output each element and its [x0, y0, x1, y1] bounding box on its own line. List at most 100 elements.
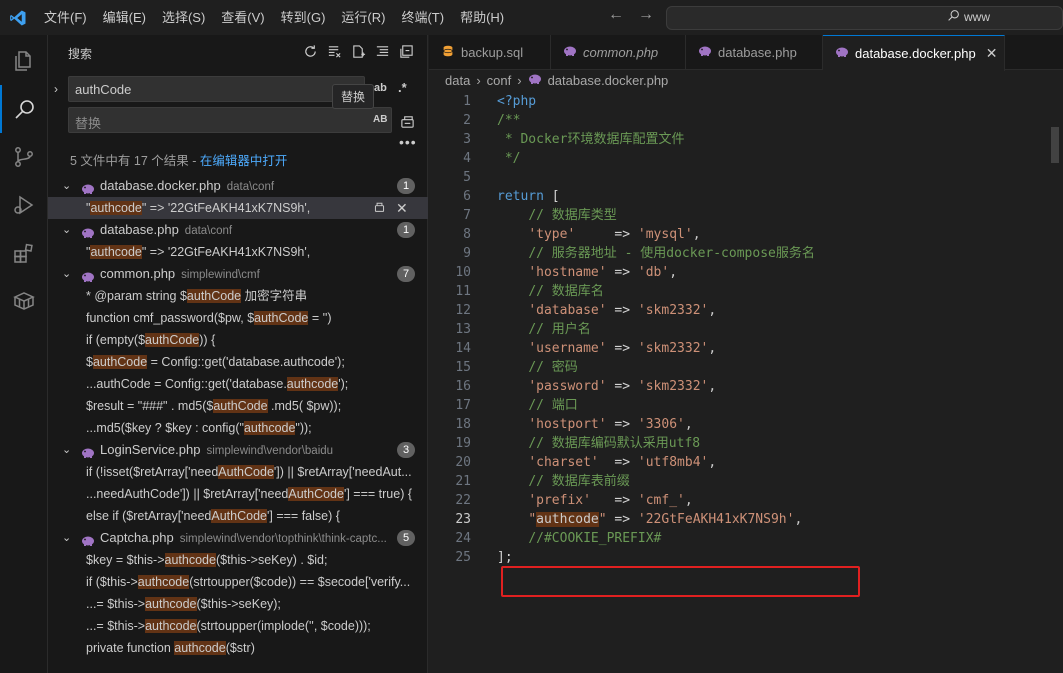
- result-file-row[interactable]: ⌄ database.php data\conf 1: [48, 219, 428, 241]
- php-file-icon: [81, 268, 95, 282]
- editor-tab[interactable]: database.docker.php ✕: [823, 35, 1005, 71]
- code-text: // 数据库类型: [528, 208, 617, 223]
- result-match-row[interactable]: private function authcode($str): [48, 637, 428, 659]
- result-match-row[interactable]: * @param string $authCode 加密字符串: [48, 285, 428, 307]
- menu-item[interactable]: 终端(T): [393, 6, 452, 30]
- line-number: 17: [455, 398, 471, 413]
- extensions-icon[interactable]: [0, 229, 48, 277]
- match-text: function cmf_password($pw, $authCode = '…: [86, 311, 332, 325]
- code-text: // 数据库编码默认采用utf8: [528, 436, 701, 451]
- code-line: 20 'charset' => 'utf8mb4',: [429, 453, 1063, 472]
- code-line: 5: [429, 168, 1063, 187]
- result-file-row[interactable]: ⌄ LoginService.php simplewind\vendor\baidu…: [48, 439, 428, 461]
- regex-option[interactable]: .*: [398, 80, 407, 95]
- menu-item[interactable]: 文件(F): [36, 6, 95, 30]
- line-number: 14: [455, 341, 471, 356]
- match-case-option[interactable]: ab: [374, 82, 387, 94]
- menu-item[interactable]: 选择(S): [154, 6, 213, 30]
- menu-item[interactable]: 转到(G): [273, 6, 334, 30]
- result-match-row[interactable]: "authcode" => '22GtFeAKH41xK7NS9h',: [48, 241, 428, 263]
- chevron-down-icon[interactable]: ⌄: [62, 263, 71, 285]
- refresh-icon[interactable]: [302, 43, 318, 59]
- open-in-editor-link[interactable]: 在编辑器中打开: [200, 154, 288, 168]
- more-options-icon[interactable]: •••: [399, 134, 417, 150]
- result-match-row[interactable]: else if ($retArray['needAuthCode'] === f…: [48, 505, 428, 527]
- breadcrumb-item[interactable]: data: [445, 73, 470, 88]
- result-summary: 5 文件中有 17 个结果 - 在编辑器中打开: [70, 154, 288, 168]
- view-as-tree-icon[interactable]: [374, 43, 390, 59]
- breadcrumb-item[interactable]: database.docker.php: [548, 73, 669, 88]
- vertical-scrollbar[interactable]: [1051, 127, 1059, 163]
- result-file-row[interactable]: ⌄ database.docker.php data\conf 1: [48, 175, 428, 197]
- match-text: * @param string $authCode 加密字符串: [86, 289, 308, 303]
- chevron-down-icon[interactable]: ⌄: [62, 439, 71, 461]
- code-text: /**: [497, 113, 521, 128]
- result-match-row[interactable]: function cmf_password($pw, $authCode = '…: [48, 307, 428, 329]
- result-match-row[interactable]: ...authCode = Config::get('database.auth…: [48, 373, 428, 395]
- close-tab-icon[interactable]: ✕: [986, 45, 998, 62]
- match-text: if (!isset($retArray['needAuthCode']) ||…: [86, 465, 412, 479]
- line-number: 21: [455, 474, 471, 489]
- result-match-row[interactable]: $authCode = Config::get('database.authco…: [48, 351, 428, 373]
- match-text: else if ($retArray['needAuthCode'] === f…: [86, 509, 340, 523]
- code-text: 'password' => 'skm2332',: [528, 379, 717, 394]
- search-activity-icon[interactable]: [0, 85, 48, 133]
- code-line: 17 // 端口: [429, 396, 1063, 415]
- replace-input[interactable]: 替换 AB: [68, 107, 392, 133]
- preserve-case-option[interactable]: AB: [373, 114, 387, 125]
- editor-tab[interactable]: backup.sql: [429, 35, 551, 70]
- match-text: ...md5($key ? $key : config("authcode"))…: [86, 421, 312, 435]
- result-match-row[interactable]: ...= $this->authcode($this->seKey);: [48, 593, 428, 615]
- explorer-icon[interactable]: [0, 37, 48, 85]
- new-search-editor-icon[interactable]: [350, 43, 366, 59]
- match-count-badge: 5: [397, 530, 415, 546]
- match-count-badge: 1: [397, 178, 415, 194]
- chevron-down-icon[interactable]: ⌄: [62, 175, 71, 197]
- result-match-row[interactable]: ...= $this->authcode(strtoupper(implode(…: [48, 615, 428, 637]
- editor-area: backup.sql common.php database.php database…: [429, 35, 1063, 673]
- menu-item[interactable]: 运行(R): [333, 6, 393, 30]
- editor-tab[interactable]: common.php: [551, 35, 686, 70]
- result-match-row[interactable]: $result = "###" . md5($authCode .md5( $p…: [48, 395, 428, 417]
- result-match-row[interactable]: ...md5($key ? $key : config("authcode"))…: [48, 417, 428, 439]
- result-file-row[interactable]: ⌄ Captcha.php simplewind\vendor\topthink\t…: [48, 527, 428, 549]
- result-match-row[interactable]: if ($this->authcode(strtoupper($code)) =…: [48, 571, 428, 593]
- menu-item[interactable]: 查看(V): [213, 6, 272, 30]
- toggle-replace-chevron-icon[interactable]: ›: [54, 82, 58, 96]
- result-match-row[interactable]: if (empty($authCode)) {: [48, 329, 428, 351]
- source-control-icon[interactable]: [0, 133, 48, 181]
- remote-explorer-icon[interactable]: [0, 277, 48, 325]
- result-match-row[interactable]: ...needAuthCode']) || $retArray['needAut…: [48, 483, 428, 505]
- highlight-annotation-box: [501, 566, 860, 597]
- line-number: 7: [463, 208, 471, 223]
- result-match-row[interactable]: if (!isset($retArray['needAuthCode']) ||…: [48, 461, 428, 483]
- replace-match-icon[interactable]: [373, 197, 386, 219]
- code-view[interactable]: 1 <?php 2/** 3 * Docker环境数据库配置文件 4 */5 6 retur…: [429, 92, 1063, 597]
- result-match-row[interactable]: "authcode" => '22GtFeAKH41xK7NS9h', ✕: [48, 197, 428, 219]
- forward-arrow-icon[interactable]: →: [638, 6, 654, 24]
- search-input[interactable]: authCode: [68, 76, 365, 102]
- line-number: 19: [455, 436, 471, 451]
- file-path: simplewind\vendor\topthink\think-captc..…: [179, 533, 387, 545]
- back-arrow-icon[interactable]: ←: [608, 6, 624, 24]
- collapse-all-icon[interactable]: [398, 43, 414, 59]
- chevron-down-icon[interactable]: ⌄: [62, 527, 71, 549]
- breadcrumb-item[interactable]: conf: [487, 73, 512, 88]
- match-highlight: authcode: [145, 619, 197, 633]
- menu-item[interactable]: 编辑(E): [95, 6, 154, 30]
- command-center-search[interactable]: www: [666, 6, 1063, 30]
- dismiss-match-icon[interactable]: ✕: [396, 197, 408, 219]
- breadcrumb-separator-icon: ›: [476, 73, 481, 88]
- run-debug-icon[interactable]: [0, 181, 48, 229]
- clear-results-icon[interactable]: [326, 43, 342, 59]
- result-file-row[interactable]: ⌄ common.php simplewind\cmf 7: [48, 263, 428, 285]
- editor-tab[interactable]: database.php: [686, 35, 823, 70]
- line-number: 23: [455, 512, 471, 527]
- replace-all-icon[interactable]: [400, 114, 415, 132]
- match-text: "authcode" => '22GtFeAKH41xK7NS9h',: [86, 245, 311, 259]
- php-file-icon: [835, 46, 849, 61]
- menu-item[interactable]: 帮助(H): [452, 6, 512, 30]
- result-match-row[interactable]: $key = $this->authcode($this->seKey) . $…: [48, 549, 428, 571]
- code-text: //#COOKIE_PREFIX#: [528, 531, 662, 546]
- chevron-down-icon[interactable]: ⌄: [62, 219, 71, 241]
